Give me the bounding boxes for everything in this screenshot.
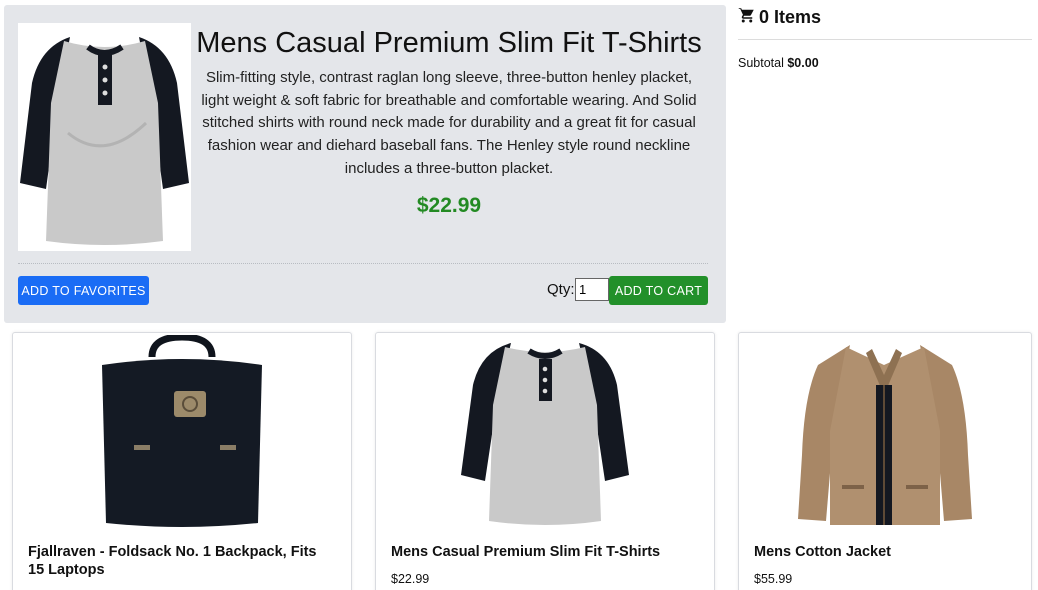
product-card[interactable]: Fjallraven - Foldsack No. 1 Backpack, Fi…: [12, 332, 352, 590]
product-title[interactable]: Fjallraven - Foldsack No. 1 Backpack, Fi…: [28, 543, 336, 579]
cart-header: 0 Items: [738, 5, 1032, 29]
cart-divider: [738, 39, 1032, 40]
jacket-icon: [798, 345, 972, 525]
backpack-icon: [102, 335, 262, 527]
product-image: [13, 335, 351, 529]
featured-product-price: $22.99: [416, 193, 482, 217]
quantity-input[interactable]: [575, 278, 609, 301]
product-card[interactable]: Mens Casual Premium Slim Fit T-Shirts $2…: [375, 332, 715, 590]
product-card[interactable]: Mens Cotton Jacket $55.99: [738, 332, 1032, 590]
quantity-label: Qty:: [547, 281, 575, 298]
featured-product-panel: Mens Casual Premium Slim Fit T-Shirts Sl…: [4, 5, 726, 323]
henley-shirt-icon: [461, 343, 629, 525]
featured-product-info: Mens Casual Premium Slim Fit T-Shirts Sl…: [190, 23, 708, 218]
cart-icon[interactable]: [738, 6, 756, 29]
add-to-favorites-button[interactable]: ADD TO FAVORITES: [18, 276, 149, 305]
add-to-cart-button[interactable]: ADD TO CART: [609, 276, 708, 305]
featured-product-image: [18, 23, 191, 251]
product-image: [739, 335, 1031, 529]
featured-product-title: Mens Casual Premium Slim Fit T-Shirts: [196, 27, 702, 59]
cart-panel: 0 Items Subtotal $0.00: [738, 5, 1032, 70]
henley-shirt-icon: [20, 37, 189, 245]
subtotal-label: Subtotal: [738, 56, 784, 70]
cart-subtotal: Subtotal $0.00: [738, 56, 1032, 70]
featured-product-description: Slim-fitting style, contrast raglan long…: [201, 69, 697, 177]
product-title[interactable]: Mens Casual Premium Slim Fit T-Shirts: [391, 543, 699, 561]
product-title[interactable]: Mens Cotton Jacket: [754, 543, 1016, 561]
featured-divider: [18, 263, 708, 264]
product-price: $55.99: [754, 572, 793, 586]
cart-item-count: 0 Items: [759, 6, 822, 27]
subtotal-value: $0.00: [787, 56, 819, 70]
product-price: $22.99: [391, 572, 430, 586]
product-image: [376, 335, 714, 529]
